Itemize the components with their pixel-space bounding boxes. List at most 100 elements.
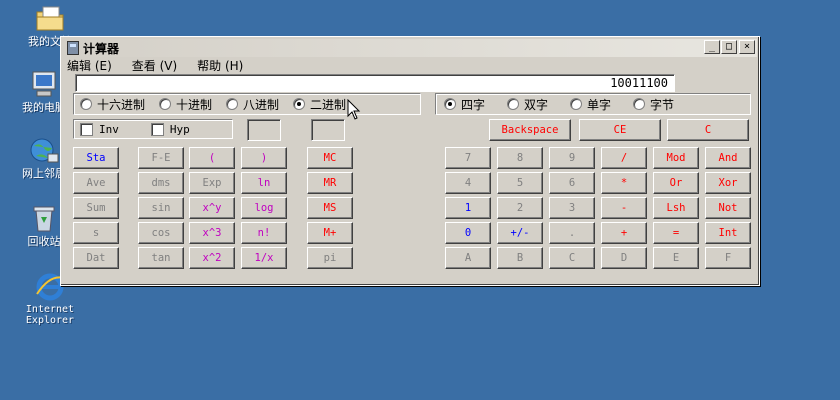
key-a[interactable]: A	[445, 247, 491, 269]
menu-view[interactable]: 查看 (V)	[132, 57, 177, 73]
key-sta[interactable]: Sta	[73, 147, 119, 169]
key-f[interactable]: F	[705, 247, 751, 269]
radio-button-selected-icon	[293, 98, 306, 110]
radio-button-icon	[226, 98, 239, 110]
key-dms[interactable]: dms	[138, 172, 184, 194]
radio-hex[interactable]: 十六进制	[80, 96, 145, 113]
key-tan[interactable]: tan	[138, 247, 184, 269]
radio-bin[interactable]: 二进制	[293, 96, 346, 113]
key-ms[interactable]: MS	[307, 197, 353, 219]
key-9[interactable]: 9	[549, 147, 595, 169]
menu-edit[interactable]: 编辑 (E)	[67, 57, 112, 73]
key-exp[interactable]: Exp	[189, 172, 235, 194]
key-7[interactable]: 7	[445, 147, 491, 169]
desktop-icon-label: Internet Explorer	[25, 304, 75, 326]
key-x-2[interactable]: x^2	[189, 247, 235, 269]
radio-button-icon	[159, 98, 172, 110]
parenthesis-indicator	[247, 119, 281, 141]
radio-oct[interactable]: 八进制	[226, 96, 279, 113]
key-ln[interactable]: ln	[241, 172, 287, 194]
key-plus[interactable]: +	[601, 222, 647, 244]
key-equals[interactable]: =	[653, 222, 699, 244]
recycle-bin-icon	[28, 204, 60, 234]
key-log[interactable]: log	[241, 197, 287, 219]
key-multiply[interactable]: *	[601, 172, 647, 194]
key-e[interactable]: E	[653, 247, 699, 269]
key-mod[interactable]: Mod	[653, 147, 699, 169]
inv-hyp-group: Inv Hyp	[73, 119, 233, 139]
menu-bar: 编辑 (E) 查看 (V) 帮助 (H)	[67, 57, 243, 73]
key-mr[interactable]: MR	[307, 172, 353, 194]
key-or[interactable]: Or	[653, 172, 699, 194]
key-cos[interactable]: cos	[138, 222, 184, 244]
radio-qword[interactable]: 四字	[444, 96, 485, 113]
key-x-y[interactable]: x^y	[189, 197, 235, 219]
word-size-group: 四字 双字 单字 字节	[435, 93, 751, 115]
minimize-button[interactable]: _	[704, 40, 720, 54]
key-ave[interactable]: Ave	[73, 172, 119, 194]
key-decimal[interactable]: .	[549, 222, 595, 244]
checkbox-inv[interactable]: Inv	[80, 122, 119, 136]
key-3[interactable]: 3	[549, 197, 595, 219]
key-[interactable]: (	[189, 147, 235, 169]
folder-icon	[34, 4, 66, 34]
calculator-icon	[67, 41, 79, 55]
key-pi[interactable]: pi	[307, 247, 353, 269]
checkbox-icon	[80, 122, 93, 136]
key-lsh[interactable]: Lsh	[653, 197, 699, 219]
key-[interactable]: )	[241, 147, 287, 169]
radio-button-icon	[633, 98, 646, 110]
network-globe-icon	[28, 136, 60, 166]
key-0[interactable]: 0	[445, 222, 491, 244]
radio-button-selected-icon	[444, 98, 456, 110]
radio-dec[interactable]: 十进制	[159, 96, 212, 113]
radio-dword[interactable]: 双字	[507, 96, 548, 113]
key-b[interactable]: B	[497, 247, 543, 269]
close-button[interactable]: ×	[739, 40, 755, 54]
key-minus[interactable]: -	[601, 197, 647, 219]
key-1[interactable]: 1	[445, 197, 491, 219]
key-s[interactable]: s	[73, 222, 119, 244]
key-int[interactable]: Int	[705, 222, 751, 244]
checkbox-icon	[150, 122, 164, 136]
key-f-e[interactable]: F-E	[138, 147, 184, 169]
key-2[interactable]: 2	[497, 197, 543, 219]
computer-icon	[28, 70, 60, 100]
menu-help[interactable]: 帮助 (H)	[197, 57, 243, 73]
key-sin[interactable]: sin	[138, 197, 184, 219]
number-base-group: 十六进制 十进制 八进制 二进制	[73, 93, 421, 115]
calculator-window: 计算器 _ □ × 编辑 (E) 查看 (V) 帮助 (H) 10011100 …	[60, 36, 760, 286]
maximize-button[interactable]: □	[721, 40, 737, 54]
radio-button-icon	[570, 98, 583, 110]
clear-entry-button[interactable]: CE	[579, 119, 661, 141]
key-n[interactable]: n!	[241, 222, 287, 244]
mouse-cursor-icon	[347, 99, 361, 120]
key-8[interactable]: 8	[497, 147, 543, 169]
window-title: 计算器	[83, 41, 120, 56]
backspace-button[interactable]: Backspace	[489, 119, 571, 141]
key-xor[interactable]: Xor	[705, 172, 751, 194]
key-1-x[interactable]: 1/x	[241, 247, 287, 269]
key-sum[interactable]: Sum	[73, 197, 119, 219]
key-x-3[interactable]: x^3	[189, 222, 235, 244]
key-c[interactable]: C	[549, 247, 595, 269]
key-divide[interactable]: /	[601, 147, 647, 169]
key-dat[interactable]: Dat	[73, 247, 119, 269]
calculator-display: 10011100	[75, 74, 675, 92]
key-mc[interactable]: MC	[307, 147, 353, 169]
radio-button-icon	[80, 98, 92, 110]
radio-byte[interactable]: 字节	[633, 96, 674, 113]
key-m[interactable]: M+	[307, 222, 353, 244]
checkbox-hyp[interactable]: Hyp	[150, 122, 190, 136]
key-d[interactable]: D	[601, 247, 647, 269]
key-negate[interactable]: +/-	[497, 222, 543, 244]
radio-word[interactable]: 单字	[570, 96, 611, 113]
key-not[interactable]: Not	[705, 197, 751, 219]
radio-button-icon	[507, 98, 520, 110]
key-5[interactable]: 5	[497, 172, 543, 194]
key-and[interactable]: And	[705, 147, 751, 169]
title-bar[interactable]: 计算器 _ □ ×	[63, 39, 757, 57]
key-6[interactable]: 6	[549, 172, 595, 194]
key-4[interactable]: 4	[445, 172, 491, 194]
clear-button[interactable]: C	[667, 119, 749, 141]
